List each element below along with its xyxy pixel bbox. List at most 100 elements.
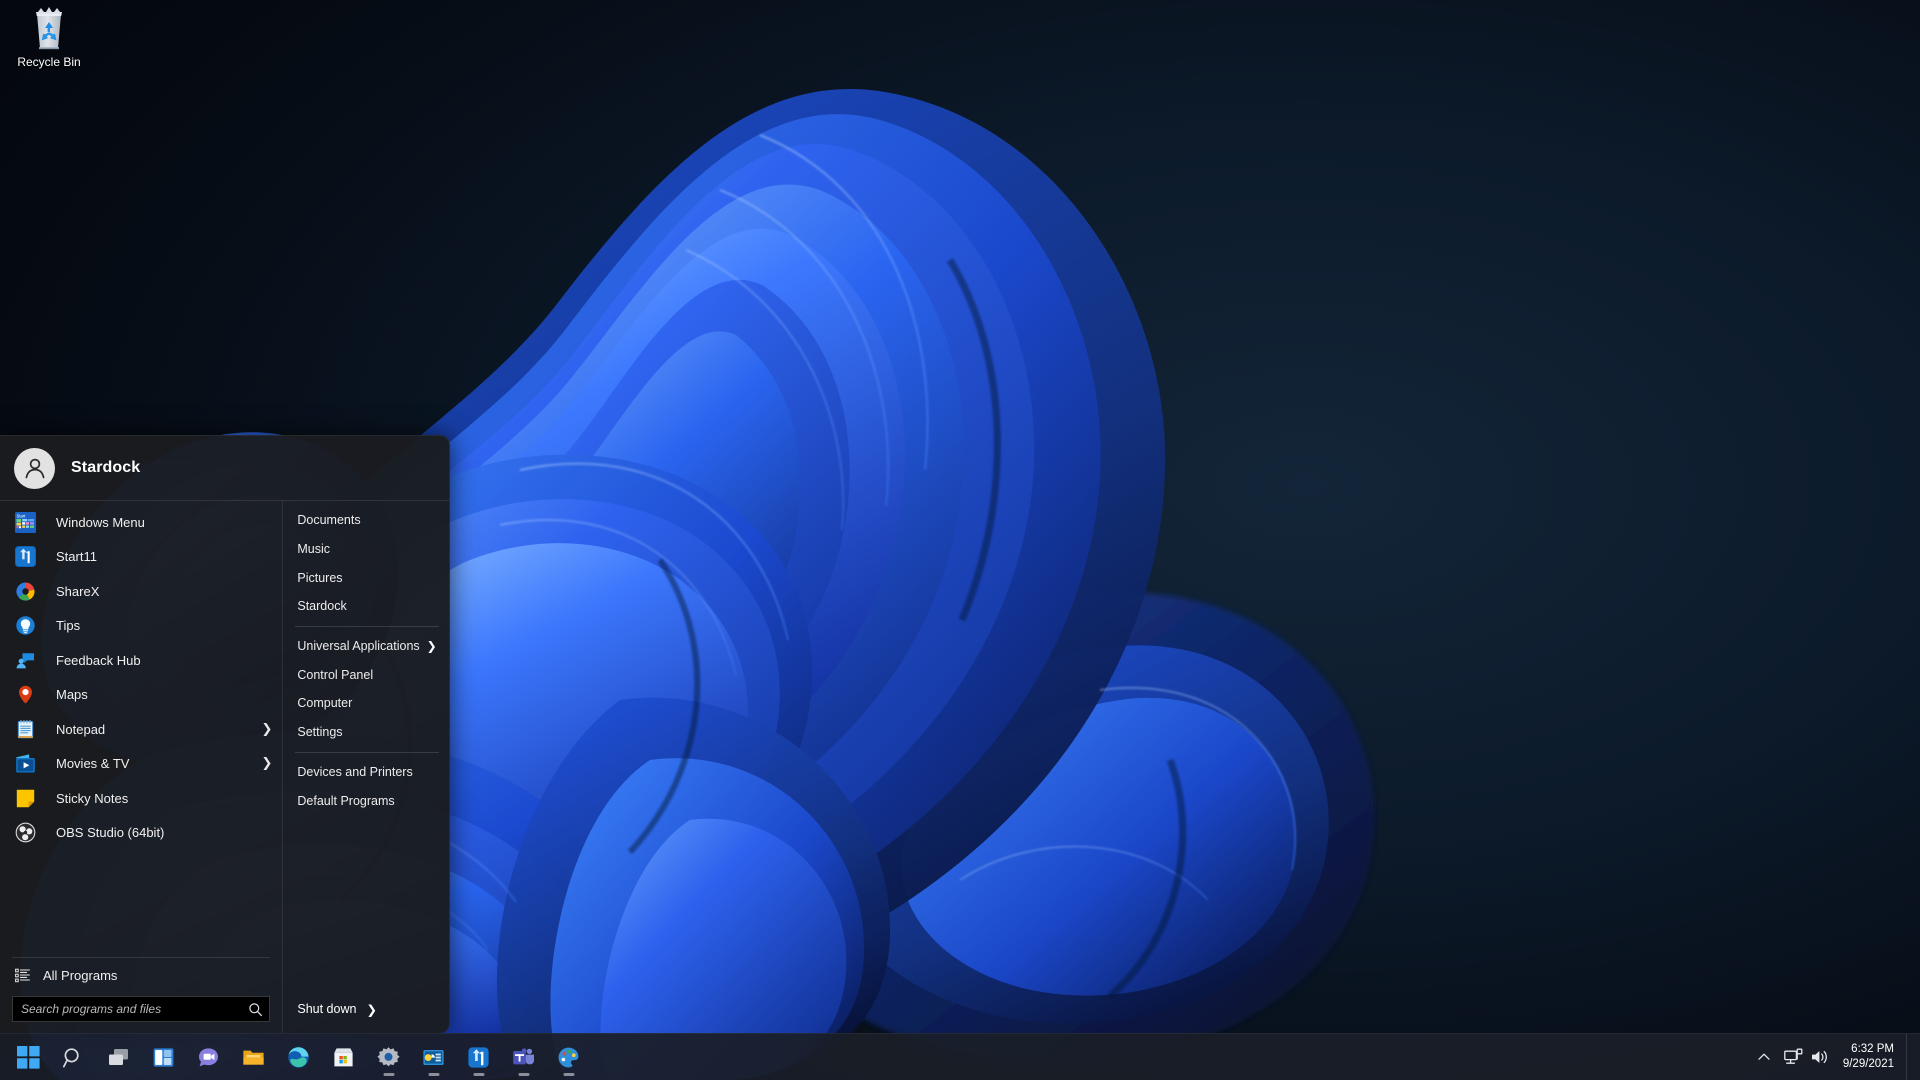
- tray-network-volume-group[interactable]: [1778, 1037, 1835, 1077]
- place-label: Settings: [297, 725, 342, 739]
- start-menu-item-windows-menu[interactable]: Start: [0, 505, 282, 540]
- start11-config-icon: [422, 1046, 445, 1069]
- tray-overflow-button[interactable]: [1750, 1037, 1778, 1077]
- taskbar-running-indicator: [473, 1073, 484, 1076]
- start-menu-item-label: Tips: [56, 618, 80, 633]
- maps-pin-icon: [14, 684, 36, 706]
- start-menu-item-label: Maps: [56, 687, 88, 702]
- start-menu-place-computer[interactable]: Computer: [283, 689, 449, 718]
- clock-date: 9/29/2021: [1843, 1057, 1894, 1072]
- network-icon[interactable]: [1784, 1048, 1803, 1066]
- start-menu-item-tips[interactable]: Tips: [0, 609, 282, 644]
- svg-text:Start: Start: [16, 513, 26, 518]
- taskbar-paint-button[interactable]: [547, 1036, 590, 1078]
- start-menu-place-stardock[interactable]: Stardock: [283, 592, 449, 621]
- start-menu-item-feedback-hub[interactable]: Feedback Hub: [0, 643, 282, 678]
- start-menu-item-label: Movies & TV: [56, 756, 129, 771]
- shutdown-label: Shut down: [297, 1002, 356, 1016]
- place-label: Documents: [297, 513, 360, 527]
- feedback-hub-icon: [14, 649, 36, 671]
- volume-icon[interactable]: [1810, 1048, 1829, 1066]
- search-box[interactable]: [12, 996, 270, 1022]
- store-icon: [332, 1046, 355, 1069]
- taskbar-microsoft-edge-button[interactable]: [277, 1036, 320, 1078]
- place-label: Devices and Printers: [297, 765, 412, 779]
- list-icon: [14, 967, 30, 983]
- taskbar-file-explorer-button[interactable]: [232, 1036, 275, 1078]
- taskbar-task-view-button[interactable]: [97, 1036, 140, 1078]
- start-menu-place-control-panel[interactable]: Control Panel: [283, 660, 449, 689]
- start-menu-item-label: OBS Studio (64bit): [56, 825, 164, 840]
- sticky-notes-icon: [14, 787, 36, 809]
- start-menu-item-label: Sticky Notes: [56, 791, 128, 806]
- search-input[interactable]: [21, 1002, 247, 1016]
- places-separator-2: [295, 752, 439, 753]
- start-menu-item-label: Notepad: [56, 722, 105, 737]
- user-avatar-icon[interactable]: [14, 448, 55, 489]
- start-menu-place-default-programs[interactable]: Default Programs: [283, 786, 449, 815]
- taskbar-microsoft-teams-button[interactable]: [502, 1036, 545, 1078]
- start-menu-left-column: Start: [0, 501, 282, 1033]
- taskbar-search-button[interactable]: [52, 1036, 95, 1078]
- start-menu[interactable]: Stardock Start: [0, 435, 450, 1033]
- start-menu-place-universal-applications[interactable]: Universal Applications ❯: [283, 632, 449, 661]
- clock-time: 6:32 PM: [1851, 1042, 1894, 1057]
- taskbar-start11-button[interactable]: [457, 1036, 500, 1078]
- all-programs-button[interactable]: All Programs: [12, 958, 270, 992]
- place-label: Universal Applications: [297, 639, 419, 653]
- place-label: Default Programs: [297, 794, 394, 808]
- widgets-icon: [152, 1046, 175, 1069]
- start-menu-item-label: Windows Menu: [56, 515, 145, 530]
- start11-icon: [467, 1046, 490, 1069]
- taskbar-running-indicator: [518, 1073, 529, 1076]
- taskbar-running-indicator: [383, 1073, 394, 1076]
- recycle-bin-icon: [10, 6, 88, 52]
- start-menu-item-sticky-notes[interactable]: Sticky Notes: [0, 781, 282, 816]
- show-desktop-button[interactable]: [1906, 1034, 1914, 1080]
- obs-studio-icon: [14, 822, 36, 844]
- start-menu-body: Start: [0, 501, 449, 1033]
- taskbar-running-indicator: [428, 1073, 439, 1076]
- chevron-right-icon: ❯: [261, 723, 272, 736]
- start-menu-item-notepad[interactable]: Notepad ❯: [0, 712, 282, 747]
- start-menu-place-pictures[interactable]: Pictures: [283, 563, 449, 592]
- shutdown-section: Shut down ❯: [283, 994, 449, 1033]
- start-menu-place-settings[interactable]: Settings: [283, 718, 449, 747]
- places-group-devices: Devices and Printers Default Programs: [283, 758, 449, 815]
- desktop-icon-recycle-bin[interactable]: Recycle Bin: [10, 6, 88, 69]
- taskbar-settings-button[interactable]: [367, 1036, 410, 1078]
- notepad-icon: [14, 718, 36, 740]
- taskbar-chat-button[interactable]: [187, 1036, 230, 1078]
- all-programs-label: All Programs: [43, 968, 117, 983]
- place-label: Music: [297, 542, 330, 556]
- taskbar-clock[interactable]: 6:32 PM 9/29/2021: [1835, 1037, 1906, 1077]
- start-menu-place-music[interactable]: Music: [283, 535, 449, 564]
- start-menu-place-devices-and-printers[interactable]: Devices and Printers: [283, 758, 449, 787]
- desktop-icon-label: Recycle Bin: [10, 55, 88, 69]
- paint-palette-icon: [557, 1046, 580, 1069]
- start-menu-item-movies-and-tv[interactable]: Movies & TV ❯: [0, 747, 282, 782]
- shutdown-button[interactable]: Shut down ❯: [283, 994, 449, 1024]
- taskbar[interactable]: 6:32 PM 9/29/2021: [0, 1033, 1920, 1080]
- place-label: Control Panel: [297, 668, 373, 682]
- start-menu-item-obs-studio[interactable]: OBS Studio (64bit): [0, 816, 282, 851]
- search-icon[interactable]: [247, 1001, 263, 1017]
- pinned-apps-list: Start: [0, 501, 282, 951]
- taskbar-microsoft-store-button[interactable]: [322, 1036, 365, 1078]
- place-label: Stardock: [297, 599, 346, 613]
- windows-logo-icon: [17, 1046, 40, 1069]
- places-group-documents: Documents Music Pictures Stardock: [283, 506, 449, 621]
- start11-icon: [14, 546, 36, 568]
- chevron-right-icon: ❯: [427, 640, 437, 652]
- taskbar-start11-settings-button[interactable]: [412, 1036, 455, 1078]
- start-menu-item-sharex[interactable]: ShareX: [0, 574, 282, 609]
- start-menu-item-start11[interactable]: Start11: [0, 540, 282, 575]
- taskbar-widgets-button[interactable]: [142, 1036, 185, 1078]
- start-menu-header: Stardock: [0, 436, 449, 501]
- start-menu-place-documents[interactable]: Documents: [283, 506, 449, 535]
- place-label: Pictures: [297, 571, 342, 585]
- start-menu-item-maps[interactable]: Maps: [0, 678, 282, 713]
- windows-menu-icon: Start: [14, 511, 36, 533]
- taskbar-start-button[interactable]: [7, 1036, 50, 1078]
- desktop[interactable]: Recycle Bin Stardock: [0, 0, 1920, 1080]
